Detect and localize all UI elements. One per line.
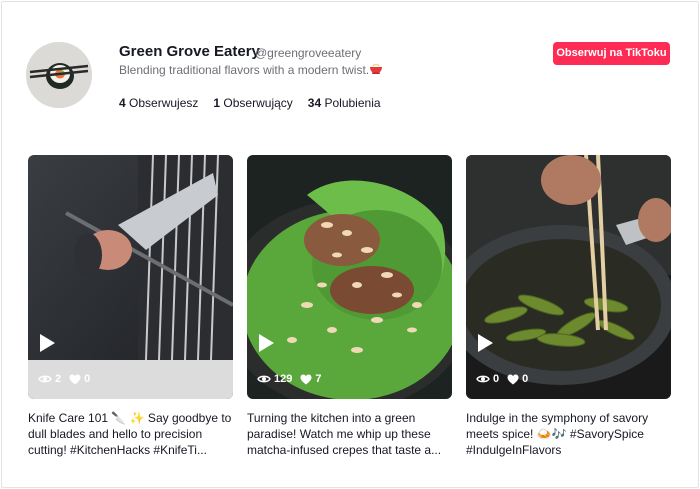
eye-icon	[38, 375, 52, 383]
heart-icon	[300, 374, 312, 384]
video-caption[interactable]: Turning the kitchen into a green paradis…	[247, 410, 452, 458]
likes-metric: 0	[507, 373, 528, 385]
video-thumbnail[interactable]: 0 0	[466, 155, 671, 399]
views-count: 129	[274, 373, 293, 385]
play-icon[interactable]	[257, 333, 275, 353]
play-icon[interactable]	[38, 333, 56, 353]
stat-followers-label: Obserwujący	[223, 96, 293, 110]
stat-followers: 1 Obserwujący	[213, 96, 292, 110]
video-card[interactable]: 129 7 Turning the kitchen into a green p…	[247, 155, 452, 458]
video-caption[interactable]: Knife Care 101 🔪 ✨ Say goodbye to dull b…	[28, 410, 233, 458]
views-count: 2	[55, 373, 62, 385]
profile-stats: 4 Obserwujesz 1 Obserwujący 34 Polubieni…	[119, 96, 396, 110]
video-metrics: 2 0	[38, 373, 98, 385]
stat-following: 4 Obserwujesz	[119, 96, 198, 110]
knife-video-image	[28, 155, 233, 399]
profile-bio: Blending traditional flavors with a mode…	[119, 63, 370, 77]
play-icon[interactable]	[476, 333, 494, 353]
stir-fry-video-image	[466, 155, 671, 399]
likes-count: 0	[522, 373, 529, 385]
video-card[interactable]: 2 0 Knife Care 101 🔪 ✨ Say goodbye to du…	[28, 155, 233, 458]
video-metrics: 0 0	[476, 373, 536, 385]
video-thumbnail[interactable]: 129 7	[247, 155, 452, 399]
heart-icon	[507, 374, 519, 384]
sushi-avatar-image	[26, 42, 92, 108]
bowl-emoji-icon	[370, 63, 382, 74]
video-caption[interactable]: Indulge in the symphony of savory meets …	[466, 410, 671, 458]
video-metrics: 129 7	[257, 373, 329, 385]
tiktok-feed-widget: Green Grove Eatery @greengroveeatery Ble…	[1, 1, 699, 488]
profile-handle[interactable]: @greengroveeatery	[255, 46, 361, 60]
stat-following-label: Obserwujesz	[129, 96, 199, 110]
heart-icon	[69, 374, 81, 384]
avatar[interactable]	[26, 42, 92, 108]
likes-metric: 0	[69, 373, 90, 385]
video-thumbnail[interactable]: 2 0	[28, 155, 233, 399]
matcha-crepe-video-image	[247, 155, 452, 399]
likes-metric: 7	[300, 373, 321, 385]
profile-name[interactable]: Green Grove Eatery	[119, 43, 260, 60]
stat-following-value: 4	[119, 96, 126, 110]
views-count: 0	[493, 373, 500, 385]
stat-likes-label: Polubienia	[324, 96, 381, 110]
eye-icon	[476, 375, 490, 383]
stat-followers-value: 1	[213, 96, 221, 110]
stat-likes: 34 Polubienia	[308, 96, 381, 110]
video-card[interactable]: 0 0 Indulge in the symphony of savory me…	[466, 155, 671, 458]
eye-icon	[257, 375, 271, 383]
likes-count: 7	[315, 373, 322, 385]
views-metric: 2	[38, 373, 61, 385]
stat-likes-value: 34	[307, 96, 322, 110]
follow-on-tiktok-button[interactable]: Obserwuj na TikToku	[553, 42, 670, 65]
likes-count: 0	[84, 373, 91, 385]
views-metric: 0	[476, 373, 499, 385]
views-metric: 129	[257, 373, 292, 385]
